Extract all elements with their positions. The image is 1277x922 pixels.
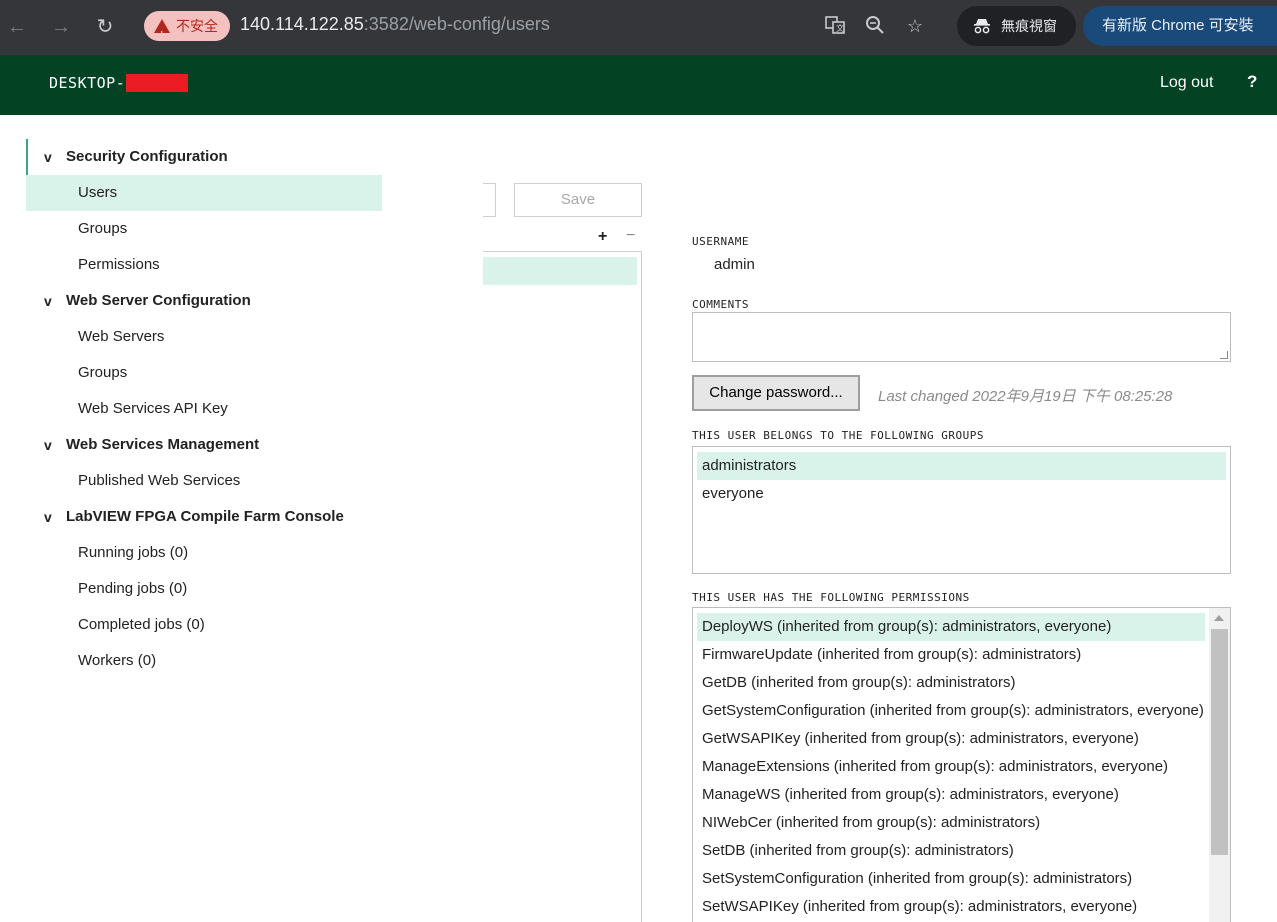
forward-arrow-icon[interactable]: → bbox=[46, 12, 76, 42]
last-changed-text: Last changed 2022年9月19日 下午 08:25:28 bbox=[878, 388, 1173, 405]
list-item[interactable]: GetWSAPIKey (inherited from group(s): ad… bbox=[697, 725, 1205, 753]
username-value: admin bbox=[714, 256, 755, 273]
browser-toolbar: ← → ↻ 不安全 140.114.122.85:3582/web-config… bbox=[0, 0, 1277, 55]
sidebar-item-users[interactable]: Users bbox=[26, 175, 382, 211]
chevron-down-icon: v bbox=[44, 149, 52, 165]
resize-grip-icon[interactable] bbox=[1220, 351, 1228, 359]
sidebar-item-workers[interactable]: Workers (0) bbox=[26, 643, 382, 679]
groups-label: THIS USER BELONGS TO THE FOLLOWING GROUP… bbox=[692, 429, 985, 442]
app-header: DESKTOP- Log out ? bbox=[0, 55, 1277, 115]
groups-list: administrators everyone bbox=[692, 446, 1231, 574]
save-button[interactable]: Save bbox=[514, 183, 642, 217]
list-item[interactable]: FirmwareUpdate (inherited from group(s):… bbox=[697, 641, 1205, 669]
username-label: USERNAME bbox=[692, 235, 749, 248]
scroll-up-arrow-icon[interactable] bbox=[1214, 615, 1224, 621]
list-item[interactable]: SetSystemConfiguration (inherited from g… bbox=[697, 865, 1205, 893]
redacted-hostname-block bbox=[126, 74, 188, 92]
sidebar-section-fpga-compile-farm[interactable]: v LabVIEW FPGA Compile Farm Console bbox=[26, 499, 382, 535]
add-user-button[interactable]: + bbox=[598, 228, 607, 246]
comments-textarea[interactable] bbox=[692, 312, 1231, 362]
svg-text:文: 文 bbox=[836, 23, 844, 33]
security-warning-chip[interactable]: 不安全 bbox=[144, 11, 230, 51]
chevron-down-icon: v bbox=[44, 437, 52, 453]
zoom-icon[interactable] bbox=[863, 14, 887, 38]
remove-user-button[interactable]: − bbox=[626, 227, 635, 245]
sidebar-item-web-services-api-key[interactable]: Web Services API Key bbox=[26, 391, 382, 427]
list-item[interactable]: SetDB (inherited from group(s): administ… bbox=[697, 837, 1205, 865]
chevron-down-icon: v bbox=[44, 509, 52, 525]
list-item[interactable]: SetWSAPIKey (inherited from group(s): ad… bbox=[697, 893, 1205, 921]
list-item[interactable]: ManageWS (inherited from group(s): admin… bbox=[697, 781, 1205, 809]
sidebar-item-permissions[interactable]: Permissions bbox=[26, 247, 382, 283]
incognito-indicator[interactable]: 無痕視窗 bbox=[957, 6, 1076, 46]
list-item[interactable]: GetDB (inherited from group(s): administ… bbox=[697, 669, 1205, 697]
url-path: :3582/web-config/users bbox=[363, 14, 550, 34]
sidebar-section-security-configuration[interactable]: v Security Configuration bbox=[26, 139, 382, 175]
reload-icon[interactable]: ↻ bbox=[90, 12, 120, 42]
sidebar-nav: v Security Configuration Users Groups Per… bbox=[26, 139, 382, 679]
change-password-button[interactable]: Change password... bbox=[692, 375, 860, 411]
comments-label: COMMENTS bbox=[692, 298, 749, 311]
warning-icon bbox=[154, 19, 170, 51]
filter-input[interactable] bbox=[483, 183, 496, 217]
permissions-scrollbar[interactable] bbox=[1209, 608, 1230, 922]
help-button[interactable]: ? bbox=[1247, 72, 1257, 92]
scrollbar-thumb[interactable] bbox=[1211, 629, 1228, 855]
permissions-label: THIS USER HAS THE FOLLOWING PERMISSIONS bbox=[692, 591, 970, 604]
sidebar-item-groups[interactable]: Groups bbox=[26, 211, 382, 247]
url-host: 140.114.122.85 bbox=[240, 14, 364, 34]
list-item[interactable]: NIWebCer (inherited from group(s): admin… bbox=[697, 809, 1205, 837]
sidebar-section-web-services-management[interactable]: v Web Services Management bbox=[26, 427, 382, 463]
list-item[interactable]: everyone bbox=[697, 480, 1226, 508]
translate-icon[interactable]: 文 bbox=[823, 14, 847, 38]
sidebar-section-web-server-configuration[interactable]: v Web Server Configuration bbox=[26, 283, 382, 319]
sidebar-item-web-servers[interactable]: Web Servers bbox=[26, 319, 382, 355]
chrome-update-button[interactable]: 有新版 Chrome 可安裝 bbox=[1083, 6, 1277, 46]
sidebar-item-server-groups[interactable]: Groups bbox=[26, 355, 382, 391]
bookmark-star-icon[interactable]: ☆ bbox=[903, 14, 927, 38]
sidebar-item-pending-jobs[interactable]: Pending jobs (0) bbox=[26, 571, 382, 607]
back-arrow-icon[interactable]: ← bbox=[2, 12, 32, 42]
list-item[interactable]: administrators bbox=[697, 452, 1226, 480]
sidebar-item-published-web-services[interactable]: Published Web Services bbox=[26, 463, 382, 499]
list-item[interactable]: ManageExtensions (inherited from group(s… bbox=[697, 753, 1205, 781]
list-item-selected[interactable] bbox=[483, 257, 637, 285]
list-item[interactable]: GetSystemConfiguration (inherited from g… bbox=[697, 697, 1205, 725]
sidebar-item-running-jobs[interactable]: Running jobs (0) bbox=[26, 535, 382, 571]
incognito-icon bbox=[974, 19, 990, 34]
sidebar-item-completed-jobs[interactable]: Completed jobs (0) bbox=[26, 607, 382, 643]
permissions-list: DeployWS (inherited from group(s): admin… bbox=[692, 607, 1231, 922]
address-bar[interactable]: 140.114.122.85:3582/web-config/users bbox=[240, 14, 550, 35]
chevron-down-icon: v bbox=[44, 293, 52, 309]
hostname: DESKTOP- bbox=[49, 74, 126, 92]
list-item[interactable]: DeployWS (inherited from group(s): admin… bbox=[697, 613, 1205, 641]
user-list bbox=[483, 251, 642, 922]
logout-link[interactable]: Log out bbox=[1160, 74, 1213, 92]
